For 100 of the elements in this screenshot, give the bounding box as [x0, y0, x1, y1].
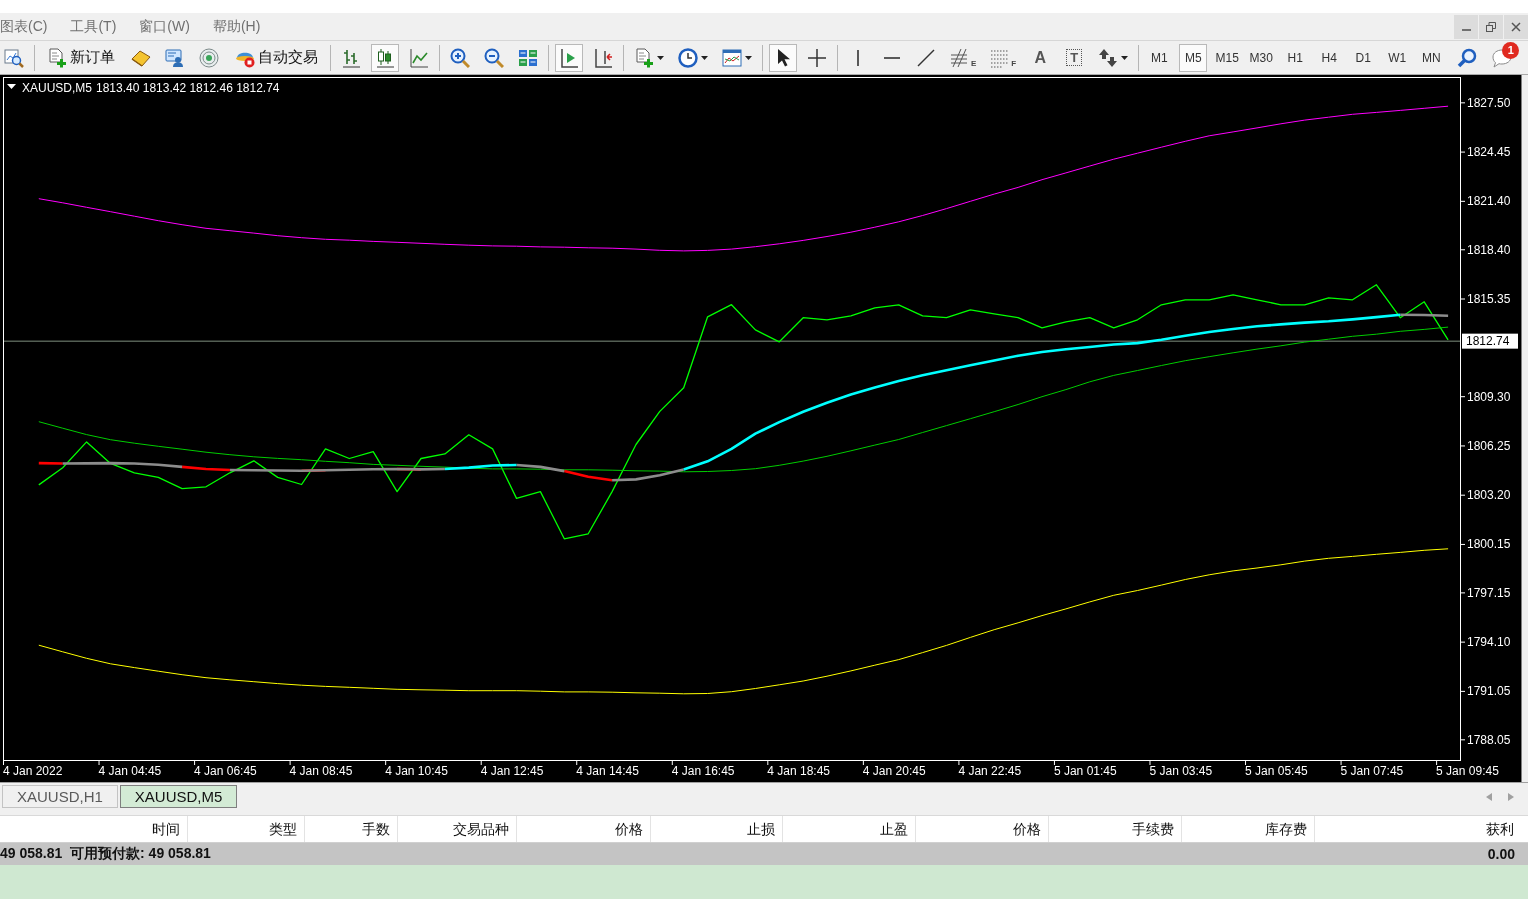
ref-line-label: 1812.74 [1466, 334, 1510, 349]
time-axis-label: 4 Jan 08:45 [289, 764, 353, 778]
column-header: 止盈 [783, 816, 916, 842]
current-price-tag: 1812.74 [1462, 333, 1518, 349]
time-axis-label: 5 Jan 09:45 [1436, 764, 1499, 778]
candlestick-icon [375, 47, 395, 68]
notification-badge: 1 [1502, 41, 1520, 59]
time-axis-label: 4 Jan 18:45 [767, 764, 831, 778]
chart-magnifier-icon [4, 47, 24, 68]
menu-item[interactable]: 图表(C) [0, 17, 48, 36]
time-axis-label: 5 Jan 07:45 [1340, 764, 1404, 778]
timeframe-button[interactable]: M15 [1213, 43, 1242, 72]
chart-tab[interactable]: XAUUSD,M5 [119, 785, 238, 808]
chart-tab[interactable]: XAUUSD,H1 [2, 785, 118, 808]
column-header: 手数 [305, 816, 398, 842]
time-axis-label: 5 Jan 03:45 [1149, 764, 1213, 778]
timeframe-button[interactable]: H1 [1281, 43, 1310, 72]
price-axis-label: 1800.15 [1467, 537, 1511, 552]
time-axis-label: 4 Jan 14:45 [576, 764, 639, 778]
profit-total: 0.00 [1487, 846, 1515, 862]
ohlc-bars-icon [341, 47, 361, 68]
time-axis-label: 4 Jan 10:45 [385, 764, 448, 778]
price-axis-label: 1788.05 [1467, 732, 1511, 747]
menu-item[interactable]: 工具(T) [70, 17, 117, 36]
price-axis-label: 1803.20 [1467, 488, 1511, 503]
arrows-icon [1098, 47, 1119, 68]
axis-shift-icon [593, 47, 613, 68]
timeframe-button[interactable]: MN [1417, 43, 1446, 72]
close-icon [1511, 21, 1521, 32]
account-summary: 49 058.81 可用预付款: 49 058.81 [0, 845, 211, 863]
time-axis-label: 4 Jan 22:45 [958, 764, 1022, 778]
chart-window-icon [722, 47, 742, 68]
autoscroll-button[interactable] [555, 43, 583, 72]
time-axis-label: 4 Jan 2022 [3, 764, 63, 778]
menu-item[interactable]: 帮助(H) [212, 17, 261, 36]
text-label-button[interactable]: T [1060, 43, 1089, 72]
ohlc-values: 1813.40 1813.42 1812.46 1812.74 [96, 81, 280, 95]
time-axis-label: 4 Jan 04:45 [98, 764, 162, 778]
time-axis-label: 5 Jan 05:45 [1245, 764, 1308, 778]
autotrade-button[interactable]: 自动交易 [229, 43, 324, 72]
cursor-button[interactable] [769, 43, 797, 72]
price-axis-label: 1806.25 [1467, 438, 1511, 453]
price-axis-label: 1827.50 [1467, 95, 1511, 110]
timeframe-button[interactable]: M5 [1179, 43, 1208, 72]
document-plus-icon [47, 47, 67, 68]
chat-button[interactable]: 1 [1488, 43, 1517, 72]
close-button[interactable] [1504, 14, 1528, 39]
timeframe-button[interactable]: H4 [1315, 43, 1344, 72]
dotted-lines-icon [990, 47, 1011, 68]
fibo-channel-button[interactable]: E [946, 43, 981, 72]
menu-item[interactable]: 窗口(W) [139, 17, 190, 36]
price-axis-label: 1818.40 [1467, 242, 1511, 257]
zoom-out-icon [484, 47, 504, 68]
column-header: 获利 [1485, 820, 1515, 839]
timeframe-button[interactable]: M30 [1247, 43, 1276, 72]
chart-symbol-label: XAUUSD,M5 [22, 81, 92, 95]
diagonal-line-icon [916, 47, 936, 68]
column-header: 库存费 [1182, 816, 1315, 842]
price-axis-label: 1794.10 [1467, 635, 1511, 650]
time-axis-label: 4 Jan 16:45 [671, 764, 735, 778]
new-order-button[interactable]: 新订单 [41, 43, 121, 72]
candles-button[interactable] [371, 43, 399, 72]
text-button[interactable]: A [1026, 43, 1055, 72]
time-axis-label: 5 Jan 01:45 [1053, 764, 1117, 778]
restore-button[interactable] [1479, 14, 1503, 39]
column-header: 时间 [0, 816, 188, 842]
fibo-levels-button[interactable]: F [986, 43, 1021, 72]
vertical-line-icon [857, 49, 859, 66]
time-axis-label: 4 Jan 12:45 [480, 764, 544, 778]
price-axis-label: 1797.15 [1467, 585, 1511, 600]
timeframe-button[interactable]: M1 [1145, 43, 1174, 72]
price-axis-label: 1821.40 [1467, 194, 1511, 209]
timeframe-button[interactable]: W1 [1383, 43, 1412, 72]
hatched-lines-icon [950, 47, 970, 68]
line-chart-icon [409, 47, 429, 68]
price-axis-label: 1815.35 [1467, 292, 1511, 306]
tile-grid-icon [518, 47, 538, 68]
rings-icon [199, 47, 219, 68]
crosshair-icon [807, 47, 827, 68]
minimize-icon [1461, 28, 1471, 31]
time-axis-label: 4 Jan 20:45 [862, 764, 926, 778]
clock-icon [678, 47, 698, 68]
zoom-in-icon [450, 47, 470, 68]
column-header: 手续费 [1049, 816, 1182, 842]
horizontal-line-icon [884, 56, 900, 59]
timeframe-button[interactable]: D1 [1349, 43, 1378, 72]
column-header: 交易品种 [398, 816, 517, 842]
column-header: 价格 [916, 816, 1049, 842]
time-axis-label: 4 Jan 06:45 [194, 764, 257, 778]
price-axis-label: 1791.05 [1467, 684, 1511, 699]
minimize-button[interactable] [1454, 14, 1478, 39]
column-header: 止损 [651, 816, 783, 842]
price-axis-label: 1824.45 [1467, 145, 1511, 160]
monitor-icon [165, 47, 185, 68]
column-header: 类型 [188, 816, 305, 842]
caret-icon [7, 84, 16, 89]
price-axis-label: 1809.30 [1467, 389, 1511, 404]
column-header: 价格 [517, 816, 651, 842]
search-icon [1457, 47, 1478, 68]
axis-arrow-icon [559, 47, 579, 68]
